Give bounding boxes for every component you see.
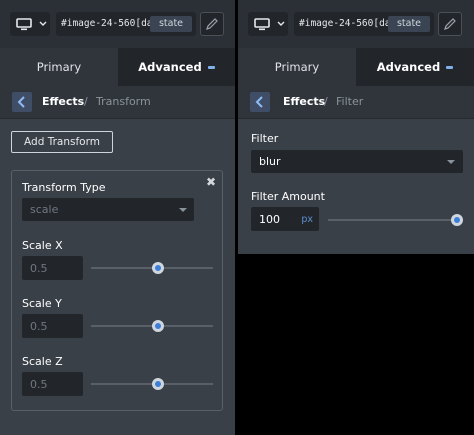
breadcrumb-separator: / [84,95,88,108]
scale-z-label: Scale Z [22,355,63,368]
chevron-down-icon [179,208,187,212]
transform-type-select[interactable]: scale [22,198,194,221]
monitor-icon [254,18,270,31]
scale-y-value: 0.5 [30,320,48,333]
css-selector-field[interactable]: #image-24-560[data-i state [56,12,196,36]
filter-amount-slider-thumb[interactable] [451,214,463,226]
breadcrumb: Effects / Filter [238,86,474,119]
filter-select[interactable]: blur [251,150,463,173]
back-button[interactable] [12,92,32,112]
transform-type-value: scale [30,203,59,216]
pencil-icon [444,18,456,30]
chevron-down-icon [39,21,47,26]
scale-x-value: 0.5 [30,262,48,275]
tab-primary[interactable]: Primary [238,48,356,86]
scale-y-label: Scale Y [22,297,62,310]
panel-tabs: Primary Advanced [0,48,235,86]
tab-label: Advanced [138,60,202,74]
monitor-icon [16,18,32,31]
back-button[interactable] [250,92,270,112]
selector-bar: #image-24-560[data-i state [0,0,235,48]
add-transform-button[interactable]: Add Transform [11,131,113,153]
scale-z-slider-thumb[interactable] [152,378,164,390]
scale-z-value: 0.5 [30,378,48,391]
scale-x-label: Scale X [22,239,63,252]
panel-tabs: Primary Advanced [238,48,474,86]
selector-bar: #image-24-560[data-i state [238,0,474,48]
transform-card: ✖ Transform Type scale Scale X 0.5 Scale… [11,170,223,411]
chevron-down-icon [447,160,455,164]
scale-y-input[interactable]: 0.5 [22,314,83,338]
chevron-down-icon [277,21,285,26]
tab-advanced[interactable]: Advanced [118,48,235,86]
chevron-left-icon [17,96,25,108]
active-tab-indicator [207,66,215,69]
device-selector-button[interactable] [248,12,288,36]
breadcrumb-effects-link[interactable]: Effects [42,95,84,108]
device-selector-button[interactable] [10,12,50,36]
scale-x-input[interactable]: 0.5 [22,256,83,280]
filter-amount-unit: px [301,214,313,225]
transform-type-label: Transform Type [22,181,106,194]
breadcrumb-separator: / [324,95,328,108]
pencil-icon [206,18,218,30]
scale-y-slider-thumb[interactable] [152,320,164,332]
edit-selector-button[interactable] [200,12,224,36]
breadcrumb-effects-link[interactable]: Effects [283,95,325,108]
filter-panel: #image-24-560[data-i state Primary Advan… [238,0,474,254]
breadcrumb-current: Filter [336,95,364,108]
filter-amount-label: Filter Amount [251,190,325,203]
transform-panel: #image-24-560[data-i state Primary Advan… [0,0,235,435]
breadcrumb-current: Transform [96,95,151,108]
filter-value: blur [259,155,281,168]
tab-label: Advanced [376,60,441,74]
tab-primary[interactable]: Primary [0,48,118,86]
chevron-left-icon [255,96,263,108]
filter-label: Filter [251,132,279,145]
breadcrumb: Effects / Transform [0,86,235,119]
state-button[interactable]: state [150,16,192,32]
filter-amount-input[interactable]: 100 px [251,207,319,231]
tab-label: Primary [274,60,320,74]
scale-x-slider-thumb[interactable] [152,262,164,274]
filter-amount-slider[interactable] [328,219,458,221]
active-tab-indicator [446,66,454,69]
tab-label: Primary [36,60,82,74]
state-button[interactable]: state [388,16,430,32]
close-icon[interactable]: ✖ [206,175,216,189]
filter-amount-value: 100 [259,213,280,226]
css-selector-field[interactable]: #image-24-560[data-i state [294,12,434,36]
edit-selector-button[interactable] [438,12,462,36]
tab-advanced[interactable]: Advanced [356,48,474,86]
scale-z-input[interactable]: 0.5 [22,372,83,396]
